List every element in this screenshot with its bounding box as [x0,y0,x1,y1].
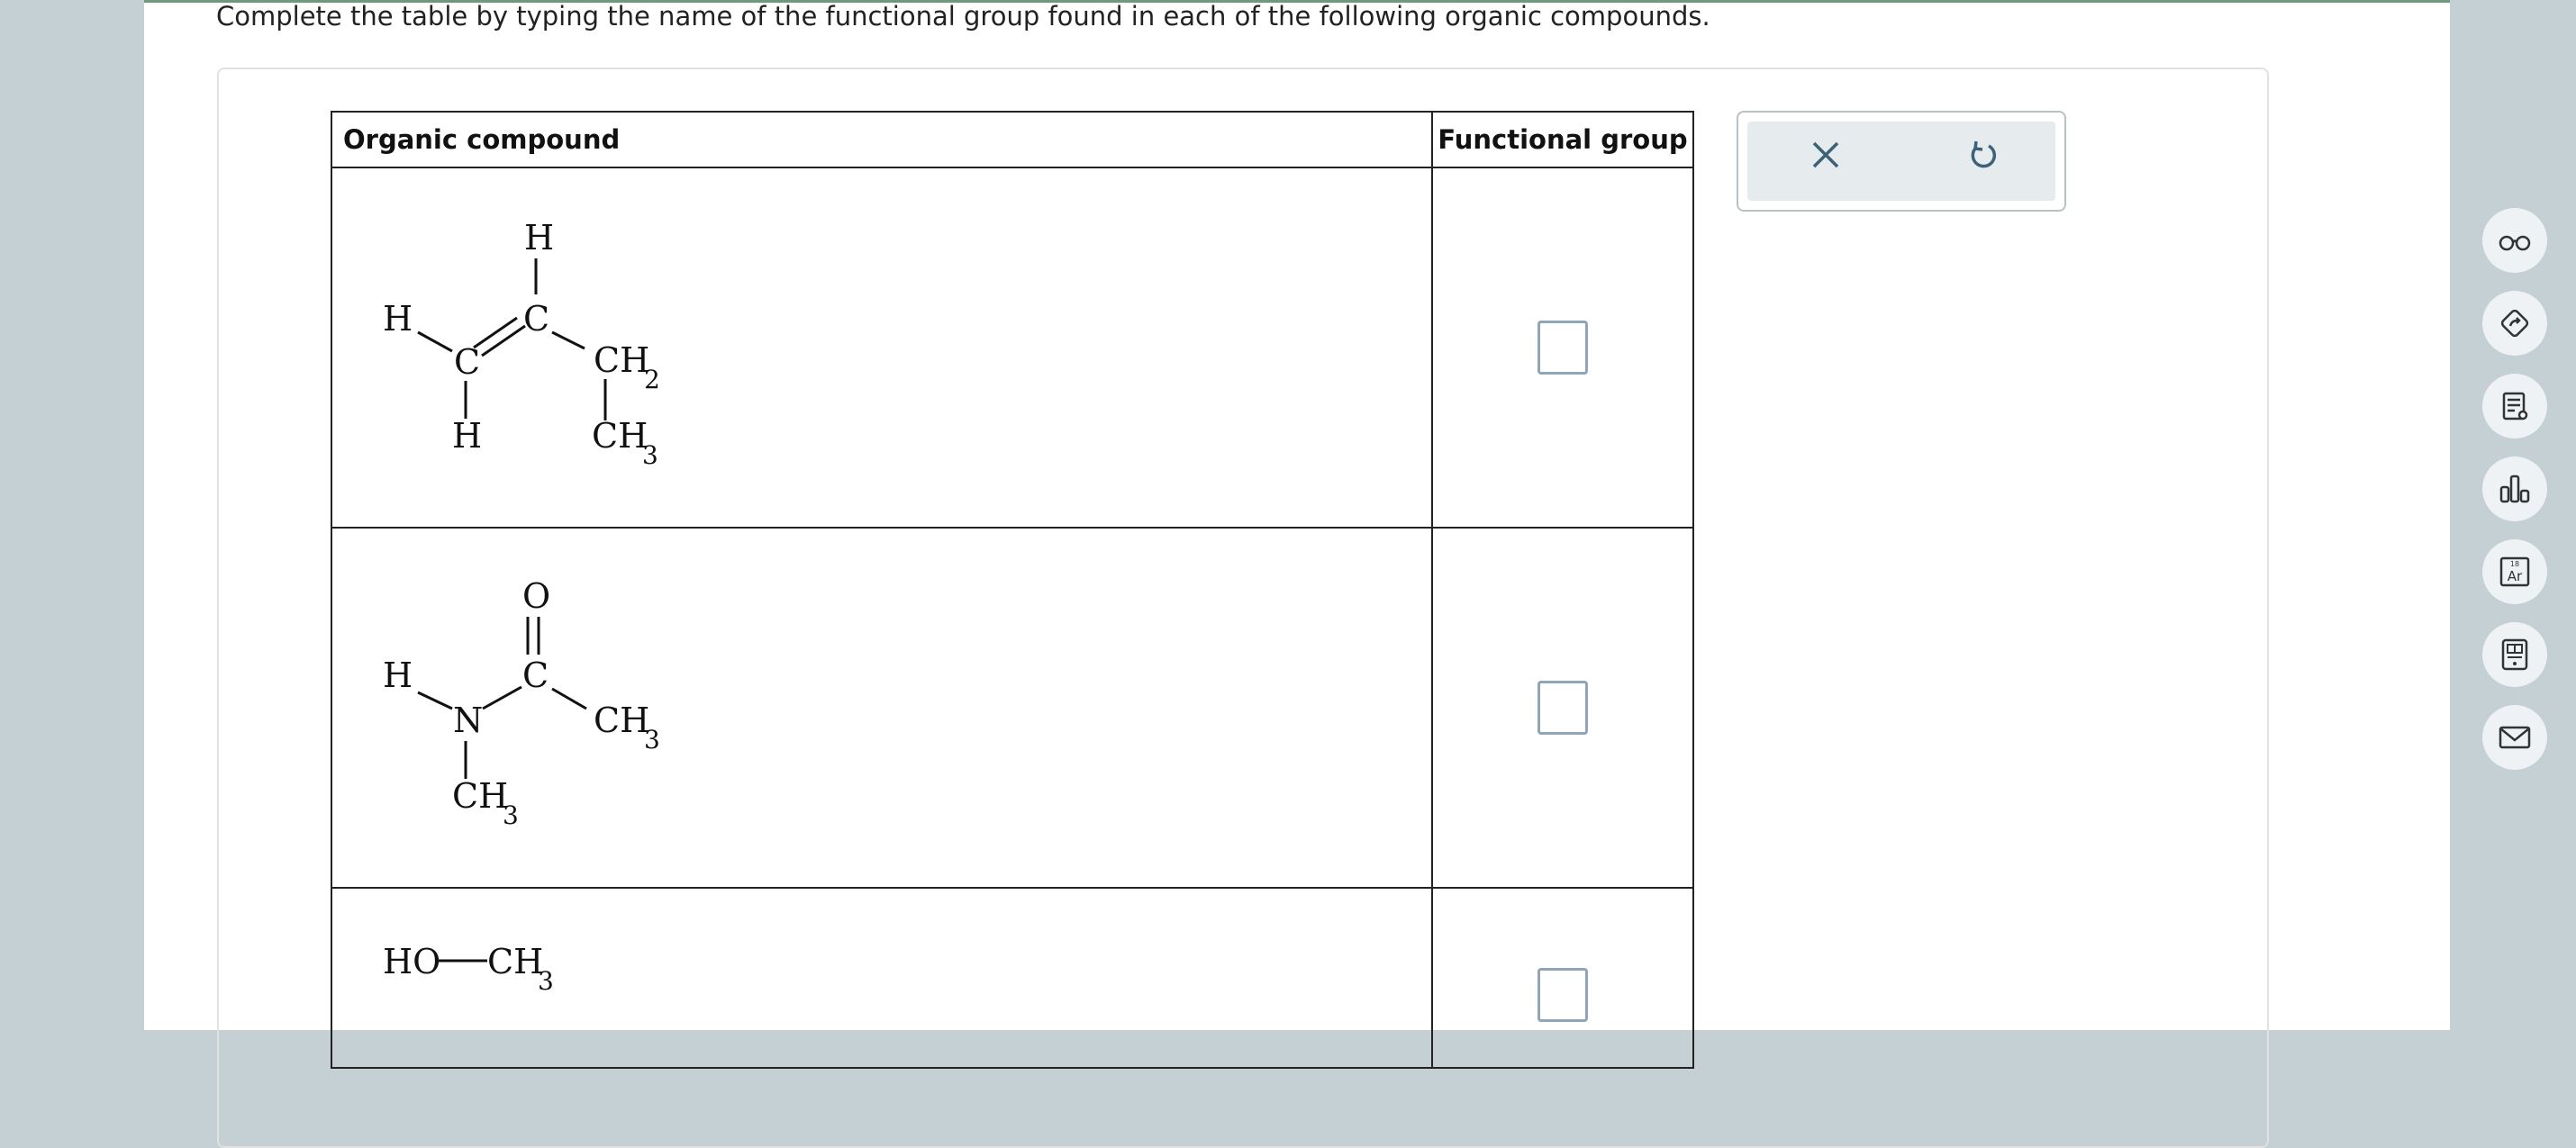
reading-glasses-button[interactable] [2482,208,2547,273]
answer-actions [1737,111,2066,212]
group-ch3-bottom-subscript: 3 [503,800,519,830]
table-row: H C H C CH 2 H CH 3 [331,167,1694,529]
atom-c-carbonyl: C [522,655,549,695]
undo-button[interactable] [1960,132,2005,177]
header-organic-compound: Organic compound [331,111,1433,168]
group-ho: HO [383,942,440,981]
functional-group-input[interactable] [1537,321,1588,375]
functional-group-cell [1431,527,1694,889]
group-ch3-bottom: CH [452,776,508,816]
message-button[interactable] [2482,705,2547,770]
group-ch3-right-subscript: 3 [644,725,660,755]
functional-group-cell [1431,887,1694,1069]
table-row: O C H N CH 3 CH 3 [331,527,1694,889]
atom-c-upper: C [523,299,549,339]
functional-group-input[interactable] [1537,968,1588,1022]
compound-cell: O C H N CH 3 CH 3 [331,527,1433,889]
table-header-row: Organic compound Functional group [331,111,1694,168]
functional-group-cell [1431,167,1694,529]
compound-cell: H C H C CH 2 H CH 3 [331,167,1433,529]
periodic-table-icon: 18 Ar [2499,556,2530,587]
group-ch3: CH [592,416,648,456]
alcohol-structure: HO CH 3 [383,942,554,996]
tag-button[interactable] [2482,291,2547,356]
mail-icon [2499,726,2531,749]
atom-h-top: H [524,218,554,258]
atom-h-left: H [383,299,413,339]
close-icon [1812,141,1839,168]
instruction-text: Complete the table by typing the name of… [216,1,1710,32]
header-functional-group: Functional group [1431,111,1694,168]
functional-group-input[interactable] [1537,681,1588,735]
calculator-icon [2501,638,2528,671]
amide-structure: O C H N CH 3 CH 3 [383,576,660,830]
clear-button[interactable] [1803,132,1848,177]
alkene-structure: H C H C CH 2 H CH 3 [383,218,660,470]
atom-c-lower: C [454,342,480,382]
calculator-button[interactable] [2482,622,2547,687]
compound-table: Organic compound Functional group H C H … [331,111,1694,1069]
atom-o: O [522,576,550,616]
table-row: HO CH 3 [331,887,1694,1069]
group-ch3: CH [487,942,543,981]
atom-h-bottom: H [452,416,482,456]
group-ch3-subscript: 3 [642,440,658,470]
group-ch3-subscript: 3 [538,966,554,996]
group-ch2: CH [594,340,649,380]
undo-icon [1971,140,1997,168]
atom-h: H [383,655,413,695]
document-icon [2502,392,2528,420]
atom-n: N [453,701,483,740]
glasses-icon [2499,235,2531,251]
compound-cell: HO CH 3 [331,887,1433,1069]
data-chart-button[interactable] [2482,456,2547,521]
question-page: Complete the table by typing the name of… [144,0,2547,1148]
periodic-table-number: 18 [2510,560,2519,568]
bar-chart-icon [2499,475,2530,503]
periodic-table-button[interactable]: 18 Ar [2482,539,2547,604]
group-ch3-right: CH [594,701,649,740]
notes-button[interactable] [2482,374,2547,438]
periodic-table-symbol: Ar [2508,568,2523,584]
tag-icon [2500,309,2529,338]
group-ch2-subscript: 2 [644,365,660,394]
